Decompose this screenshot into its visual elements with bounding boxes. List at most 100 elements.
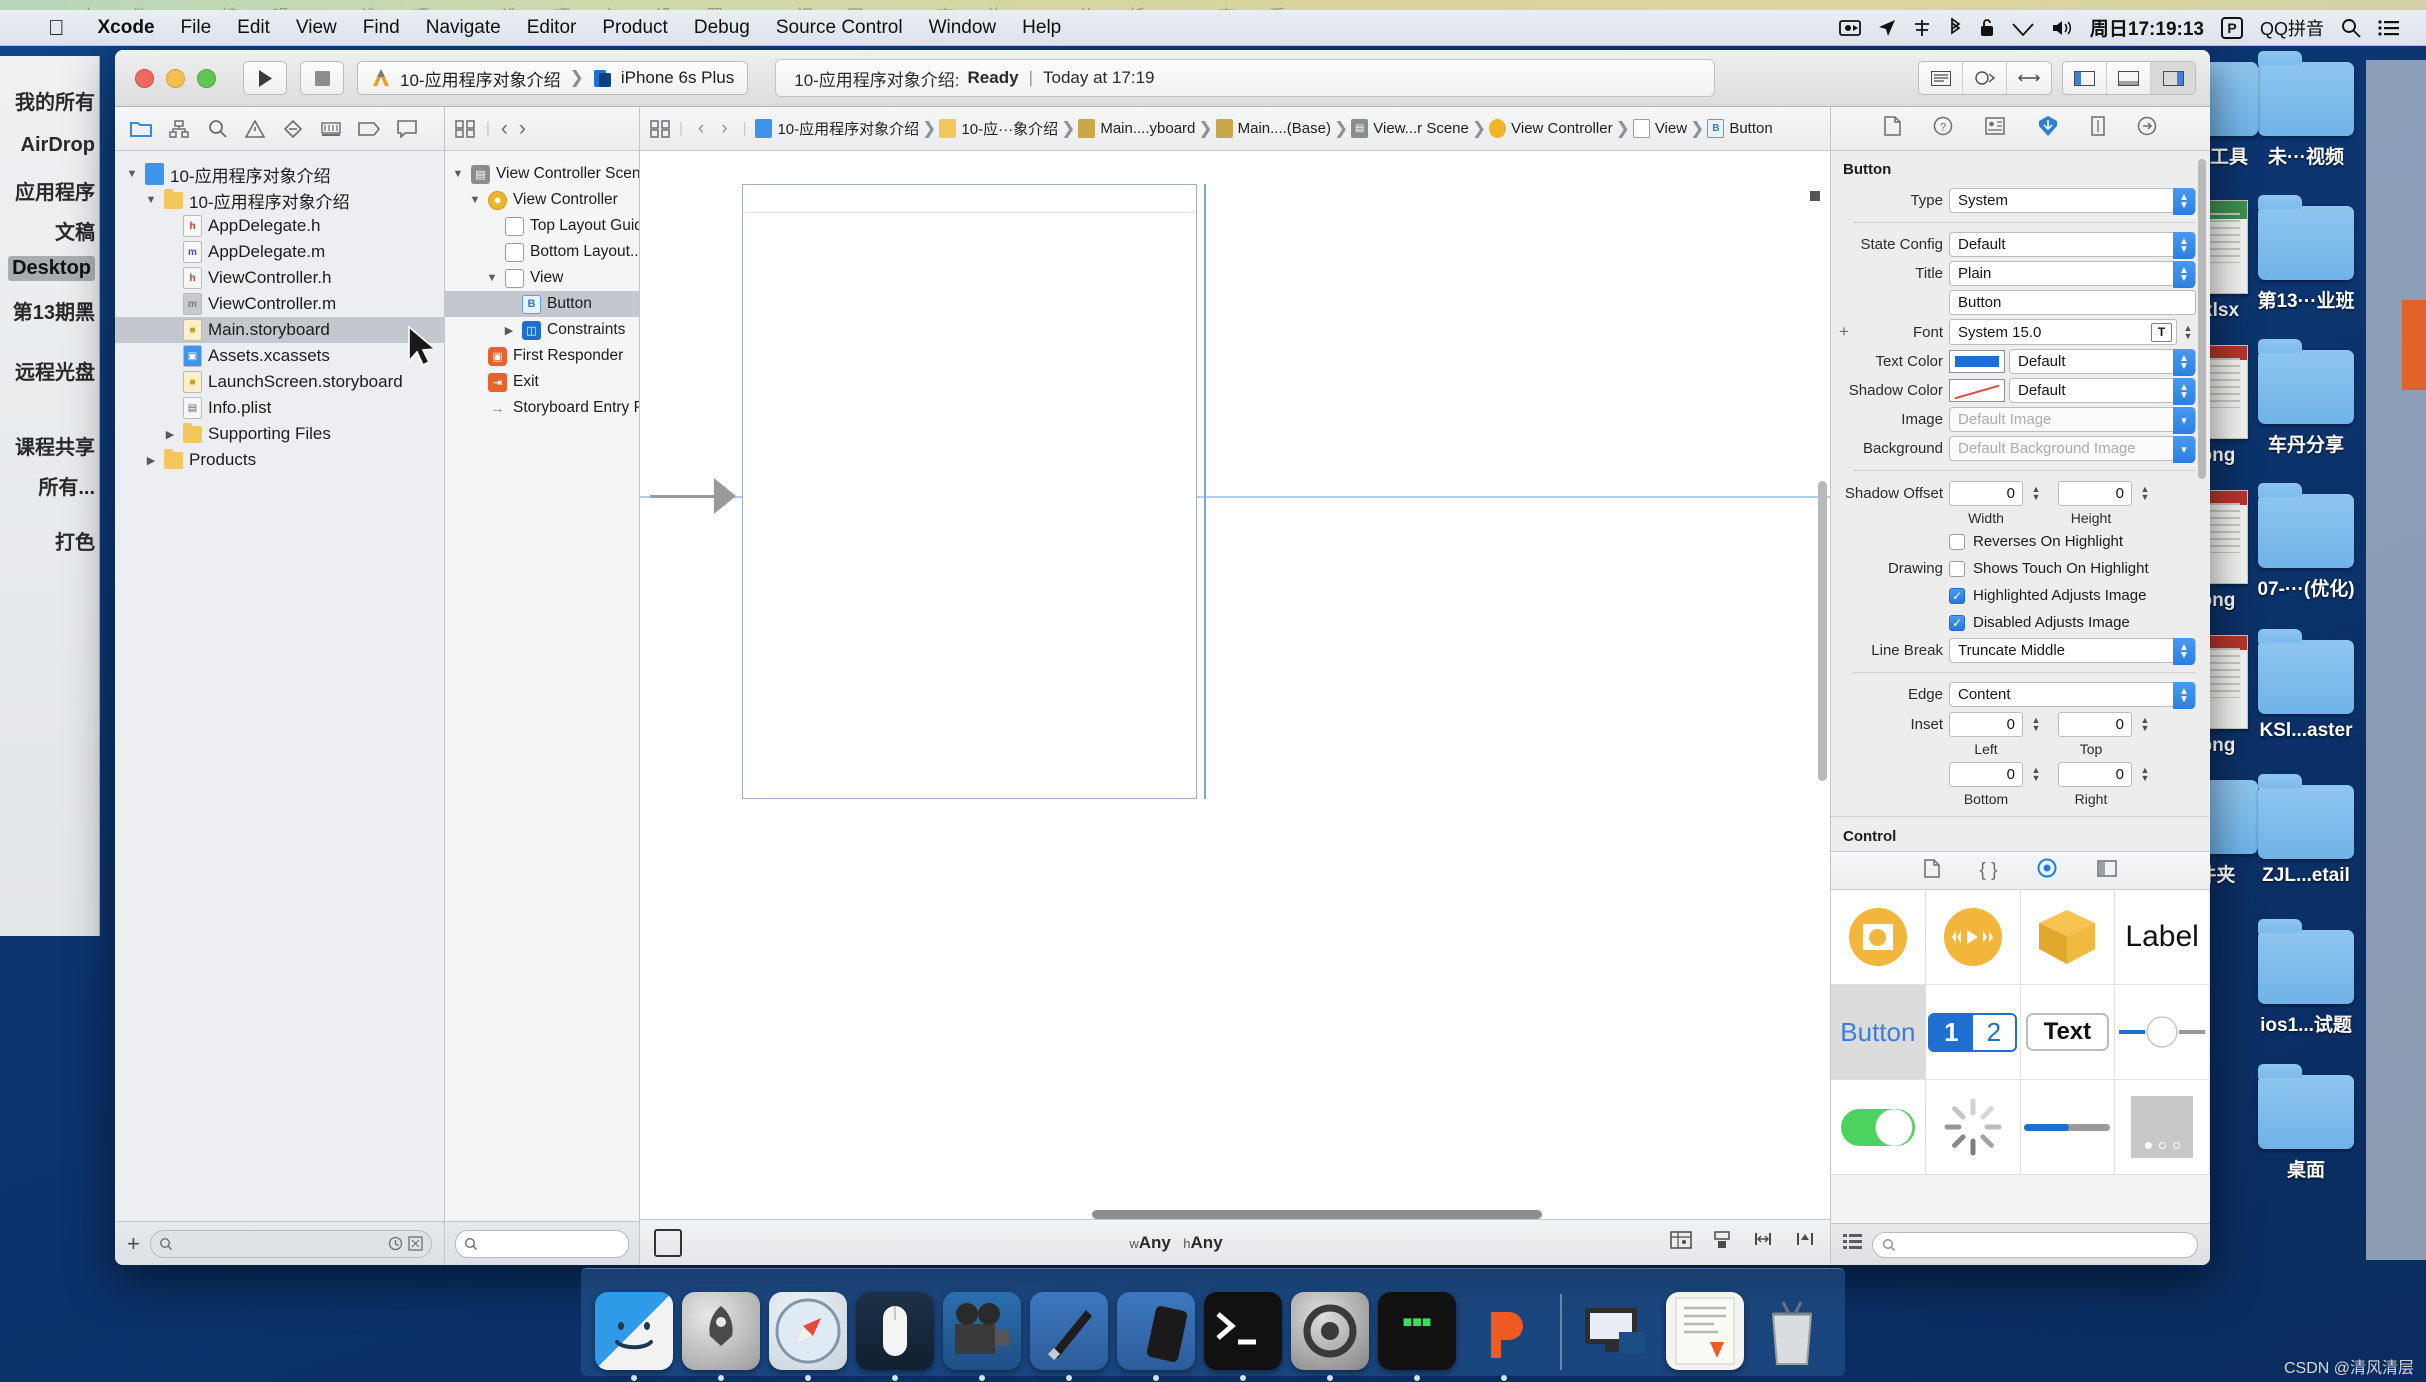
disclosure-triangle[interactable]: ▼	[468, 194, 482, 206]
menu-item-file[interactable]: File	[168, 15, 225, 41]
outline-row[interactable]: Top Layout Guide	[445, 213, 639, 239]
disclosure-triangle[interactable]: ▼	[485, 272, 499, 284]
inset-top-input[interactable]: 0	[2058, 711, 2132, 737]
title-text-input[interactable]: Button	[1949, 290, 2196, 315]
exec-dock-icon[interactable]: ■■■	[1378, 1292, 1456, 1381]
chevron-updown-icon[interactable]: ▲ ▼	[2173, 378, 2195, 405]
file-inspector-icon[interactable]	[1884, 116, 1901, 141]
navigator-tab-bar[interactable]	[115, 107, 444, 151]
field-inset-bottom-row[interactable]: 0 ▲ ▼ 0 ▲ ▼	[1831, 759, 2210, 789]
toggle-utilities-icon[interactable]	[2151, 62, 2195, 94]
quicktime-dock-icon[interactable]	[943, 1292, 1021, 1381]
shadow-color-popup[interactable]: Default ▲ ▼	[2009, 378, 2196, 405]
document-outline-pane[interactable]: | ‹ › ▼ ▤ View Controller Scene ▼ View Contr…	[445, 107, 640, 1265]
finder-sidebar-item[interactable]: 课程共享	[15, 431, 95, 460]
xcode-dock-icon[interactable]	[1030, 1292, 1108, 1381]
project-tree-row[interactable]: ▼ 10-应用程序对象介绍	[115, 187, 444, 213]
project-tree-row[interactable]: ■ LaunchScreen.storyboard	[115, 369, 444, 395]
project-tree-row[interactable]: m ViewController.m	[115, 291, 444, 317]
desktop-icon[interactable]: 车丹分享	[2246, 339, 2366, 457]
code-snippet-library-icon[interactable]: { }	[1980, 860, 1998, 882]
library-item-page-control[interactable]	[2115, 1080, 2210, 1175]
finder-sidebar-item[interactable]: 文稿	[55, 216, 95, 245]
edge-popup[interactable]: Content ▲ ▼	[1949, 682, 2196, 709]
menu-item-product[interactable]: Product	[589, 15, 680, 41]
size-class-label[interactable]: wAny hAny	[682, 1233, 1670, 1253]
jump-back-icon[interactable]: ‹	[692, 118, 710, 140]
project-tree-row[interactable]: h AppDelegate.h	[115, 213, 444, 239]
back-icon[interactable]: ‹	[501, 117, 508, 141]
project-tree-row[interactable]: ■ Main.storyboard	[115, 317, 444, 343]
breadcrumb-item[interactable]: Main....yboard	[1078, 119, 1195, 138]
disclosure-triangle[interactable]: ▼	[125, 168, 139, 180]
state-config-popup[interactable]: Default ▲ ▼	[1949, 232, 2196, 259]
size-inspector-icon[interactable]	[2091, 116, 2105, 141]
desktop-icon[interactable]: 第13···业班	[2246, 195, 2366, 313]
project-tree-row[interactable]: ▶ Products	[115, 447, 444, 473]
find-navigator-icon[interactable]	[199, 114, 235, 144]
jump-forward-icon[interactable]: ›	[715, 118, 733, 140]
finder-sidebar-item-desktop[interactable]: Desktop	[8, 256, 95, 281]
xcode-toolbar[interactable]: 10-应用程序对象介绍 ❯ iPhone 6s Plus 10-应用程序对象介绍…	[115, 50, 2210, 107]
simulator-dock-icon[interactable]	[1117, 1292, 1195, 1381]
editor-pane[interactable]: | ‹ › | 10-应用程序对象介绍 ❯ 10-应···象介绍 ❯ Main....y…	[640, 107, 1830, 1265]
text-color-popup[interactable]: Default ▲ ▼	[2009, 349, 2196, 376]
canvas-horizontal-scrollbar[interactable]	[1092, 1210, 1543, 1219]
inset-left-input[interactable]: 0	[1949, 711, 2023, 737]
font-field[interactable]: System 15.0 T	[1949, 319, 2177, 345]
breadcrumb-item[interactable]: View Controller	[1489, 119, 1613, 138]
breakpoint-navigator-icon[interactable]	[351, 114, 387, 144]
project-navigator-icon[interactable]	[123, 114, 159, 144]
outline-row[interactable]: Bottom Layout...	[445, 239, 639, 265]
toggle-navigator-icon[interactable]	[2063, 62, 2107, 94]
library-footer[interactable]	[1831, 1223, 2210, 1265]
finder-sidebar-item[interactable]: 第13期黑	[13, 296, 95, 325]
project-tree-row[interactable]: ▤ Info.plist	[115, 395, 444, 421]
field-line-break[interactable]: Line Break Truncate Middle ▲ ▼	[1831, 636, 2210, 665]
background-combo[interactable]: Default Background Image ▾	[1949, 436, 2196, 463]
canvas-resize-handle[interactable]	[1810, 191, 1820, 201]
disclosure-triangle[interactable]: ▶	[502, 324, 516, 337]
desktop-icon[interactable]: ZJL...etail	[2246, 774, 2366, 887]
breadcrumb-item[interactable]: 10-应···象介绍	[939, 118, 1058, 139]
report-navigator-icon[interactable]	[389, 114, 425, 144]
bluetooth-icon[interactable]	[1948, 17, 1962, 38]
php-dock-icon[interactable]	[1465, 1292, 1543, 1381]
attributes-inspector-icon[interactable]	[2037, 115, 2059, 142]
input-method-label[interactable]: QQ拼音	[2260, 15, 2324, 41]
test-navigator-icon[interactable]	[275, 114, 311, 144]
project-tree-row[interactable]: ▣ Assets.xcassets	[115, 343, 444, 369]
menu-item-help[interactable]: Help	[1009, 15, 1074, 41]
library-item-object[interactable]	[2020, 890, 2116, 985]
menu-item-source-control[interactable]: Source Control	[763, 15, 916, 41]
terminal-dock-icon[interactable]	[1204, 1292, 1282, 1381]
finder-sidebar-item[interactable]: 我的所有	[15, 86, 95, 115]
chevron-down-icon[interactable]: ▾	[2173, 407, 2195, 434]
auto-layout-pin-icon[interactable]	[1712, 1230, 1732, 1255]
canvas-vertical-scrollbar[interactable]	[1818, 481, 1827, 781]
add-icon[interactable]: +	[127, 1231, 140, 1257]
font-stepper[interactable]: ▲ ▼	[2180, 319, 2196, 345]
view-toggle-segmented[interactable]	[2062, 61, 2196, 95]
outline-row[interactable]: ⇥ Exit	[445, 369, 639, 395]
debug-navigator-icon[interactable]	[313, 114, 349, 144]
field-shadow-offset[interactable]: Shadow Offset 0 ▲ ▼ 0 ▲ ▼	[1831, 478, 2210, 508]
outline-filter-input[interactable]	[455, 1229, 629, 1258]
breadcrumb-item[interactable]: ▤ View...r Scene	[1351, 119, 1469, 138]
finder-sidebar-item[interactable]: 所有...	[38, 471, 95, 500]
control-center-list-icon[interactable]	[2378, 19, 2400, 37]
device-icon[interactable]	[654, 1228, 682, 1257]
related-items-icon[interactable]	[650, 119, 670, 138]
breadcrumb-item[interactable]: 10-应用程序对象介绍	[755, 118, 919, 139]
drawing-option-3[interactable]: ✓ Disabled Adjusts Image	[1831, 609, 2210, 636]
field-title-text[interactable]: Button	[1831, 288, 2210, 317]
stop-button[interactable]	[300, 61, 344, 95]
chevron-updown-icon[interactable]: ▲ ▼	[2173, 349, 2195, 376]
drawing-option-2[interactable]: ✓ Highlighted Adjusts Image	[1831, 582, 2210, 609]
library-search-input[interactable]	[1872, 1231, 2198, 1258]
screen-sharing-dock-icon[interactable]	[1579, 1292, 1657, 1370]
connections-inspector-icon[interactable]	[2137, 116, 2157, 141]
menu-item-view[interactable]: View	[283, 15, 350, 41]
outline-row[interactable]: ▼ View Controller	[445, 187, 639, 213]
window-controls[interactable]	[129, 68, 230, 88]
